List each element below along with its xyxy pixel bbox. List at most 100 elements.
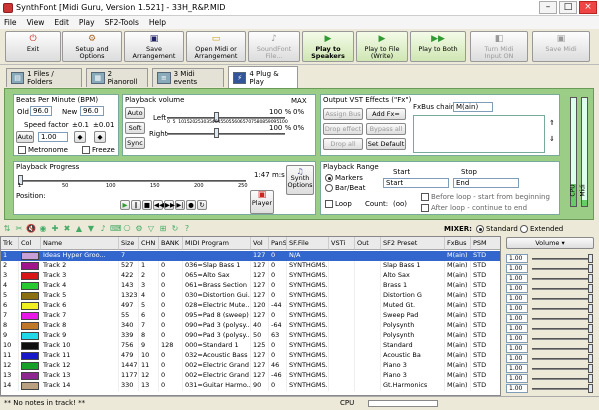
fast-forward-icon[interactable]: ▶▶ bbox=[164, 200, 175, 210]
bus-icon[interactable]: ⎔ bbox=[122, 224, 132, 234]
solo-icon[interactable]: ◉ bbox=[38, 224, 48, 234]
mixer-volume-field[interactable]: 1.00 bbox=[506, 384, 528, 393]
table-row[interactable]: 5 Track 5 1323 4 0 030=Distortion Gui... 127 0 S… bbox=[1, 291, 500, 301]
stop-select[interactable]: End bbox=[453, 178, 519, 188]
menu-play[interactable]: Play bbox=[79, 18, 95, 27]
markers-radio[interactable] bbox=[325, 174, 333, 182]
refresh-icon[interactable]: ↻ bbox=[170, 224, 180, 234]
track-color-swatch[interactable] bbox=[21, 352, 39, 360]
rewind-icon[interactable]: ◀◀ bbox=[153, 200, 164, 210]
new-bpm-field[interactable]: 96.0 bbox=[80, 106, 104, 116]
speed-step-fine[interactable]: ◆ bbox=[94, 131, 106, 143]
column-header[interactable]: SF.File bbox=[287, 237, 329, 250]
mixer-volume-field[interactable]: 1.00 bbox=[506, 354, 528, 363]
menu-file[interactable]: File bbox=[4, 18, 17, 27]
mixer-volume-slider[interactable] bbox=[532, 348, 592, 350]
mixer-volume-slider[interactable] bbox=[532, 278, 592, 280]
mixer-volume-field[interactable]: 1.00 bbox=[506, 344, 528, 353]
mixer-volume-field[interactable]: 1.00 bbox=[506, 374, 528, 383]
menu-sf2-tools[interactable]: SF2-Tools bbox=[105, 18, 139, 27]
column-header[interactable]: SF2 Preset bbox=[381, 237, 445, 250]
mixer-volume-field[interactable]: 1.00 bbox=[506, 284, 528, 293]
mixer-slider-thumb[interactable] bbox=[588, 264, 593, 273]
table-row[interactable]: 2 Track 2 527 1 0 036=Slap Bass 1 127 0 SYNTHGMS… bbox=[1, 261, 500, 271]
table-row[interactable]: 9 Track 9 339 8 0 090=Pad 3 (polysy... 50 63 SYN… bbox=[1, 331, 500, 341]
column-header[interactable]: MIDI Program bbox=[183, 237, 251, 250]
column-header[interactable]: VSTi bbox=[329, 237, 355, 250]
old-bpm-field[interactable]: 96.0 bbox=[30, 106, 52, 116]
keyboard-icon[interactable]: ⌨ bbox=[110, 224, 122, 234]
move-up-icon[interactable]: ⇑ bbox=[549, 119, 555, 127]
column-header[interactable]: Out bbox=[355, 237, 381, 250]
track-color-swatch[interactable] bbox=[21, 312, 39, 320]
mixer-volume-slider[interactable] bbox=[532, 298, 592, 300]
table-row[interactable]: 6 Track 6 497 5 0 028=Electric Mute... 120 -44 S… bbox=[1, 301, 500, 311]
tab-plug-play[interactable]: ⚡ 4 Plug & Play bbox=[228, 66, 298, 88]
mixer-volume-slider[interactable] bbox=[532, 318, 592, 320]
mixer-volume-field[interactable]: 1.00 bbox=[506, 254, 528, 263]
track-color-swatch[interactable] bbox=[21, 252, 39, 260]
loop-icon[interactable]: ↻ bbox=[197, 200, 207, 210]
speed-factor-field[interactable]: 1.00 bbox=[38, 132, 68, 142]
soft-button[interactable]: Soft bbox=[125, 122, 145, 134]
speed-step-coarse[interactable]: ◆ bbox=[74, 131, 86, 143]
record-icon[interactable]: ● bbox=[186, 200, 196, 210]
mixer-slider-thumb[interactable] bbox=[588, 294, 593, 303]
turn-midi-input-button[interactable]: ◧ Turn Midi Input ON bbox=[470, 31, 528, 62]
mixer-slider-thumb[interactable] bbox=[588, 334, 593, 343]
table-row[interactable]: 1 Ideas Hyper Groo... 7 127 0 N/A M(ain) STD bbox=[1, 251, 500, 261]
mixer-slider-thumb[interactable] bbox=[588, 384, 593, 393]
mixer-standard-radio[interactable] bbox=[476, 225, 484, 233]
move-down-icon[interactable]: ⇓ bbox=[549, 135, 555, 143]
column-header[interactable]: Col bbox=[19, 237, 41, 250]
help-icon[interactable]: ? bbox=[182, 224, 192, 234]
mixer-volume-slider[interactable] bbox=[532, 358, 592, 360]
play-to-speakers-button[interactable]: ▶ Play to Speakers bbox=[302, 31, 354, 62]
mixer-volume-slider[interactable] bbox=[532, 258, 592, 260]
mixer-volume-slider[interactable] bbox=[532, 268, 592, 270]
fx-chain-list[interactable] bbox=[413, 115, 545, 153]
column-header[interactable]: PanS bbox=[269, 237, 287, 250]
mixer-slider-thumb[interactable] bbox=[588, 254, 593, 263]
minimize-button[interactable]: – bbox=[539, 1, 557, 14]
fxbus-chain-select[interactable]: M(ain) bbox=[453, 102, 493, 112]
mixer-slider-thumb[interactable] bbox=[588, 304, 593, 313]
maximize-button[interactable]: □ bbox=[559, 1, 577, 14]
before-loop-checkbox[interactable] bbox=[421, 193, 429, 201]
mixer-volume-slider[interactable] bbox=[532, 328, 592, 330]
remove-icon[interactable]: ✖ bbox=[62, 224, 72, 234]
table-row[interactable]: 4 Track 4 143 3 0 061=Brass Section 127 0 SYNTHG… bbox=[1, 281, 500, 291]
volume-column-select[interactable]: Volume ▾ bbox=[506, 237, 594, 249]
mixer-slider-thumb[interactable] bbox=[588, 324, 593, 333]
menu-edit[interactable]: Edit bbox=[54, 18, 69, 27]
track-color-swatch[interactable] bbox=[21, 272, 39, 280]
pause-icon[interactable]: ‖ bbox=[131, 200, 141, 210]
mute-icon[interactable]: 🔇 bbox=[26, 224, 36, 234]
table-row[interactable]: 12 Track 12 1447 11 0 002=Electric Grand 127 46… bbox=[1, 361, 500, 371]
sync-button[interactable]: Sync bbox=[125, 137, 145, 149]
mixer-slider-thumb[interactable] bbox=[588, 344, 593, 353]
column-header[interactable]: Vol bbox=[251, 237, 269, 250]
track-color-swatch[interactable] bbox=[21, 332, 39, 340]
barbeat-radio[interactable] bbox=[325, 184, 333, 192]
table-row[interactable]: 10 Track 10 756 9 128 000=Standard 1 125 0 SYNTH… bbox=[1, 341, 500, 351]
column-header[interactable]: CHN bbox=[139, 237, 159, 250]
menu-help[interactable]: Help bbox=[149, 18, 166, 27]
column-header[interactable]: BANK bbox=[159, 237, 183, 250]
mixer-slider-thumb[interactable] bbox=[588, 284, 593, 293]
mixer-volume-field[interactable]: 1.00 bbox=[506, 304, 528, 313]
lock-icon[interactable]: ⊞ bbox=[158, 224, 168, 234]
player-button[interactable]: ▣ Player bbox=[250, 190, 274, 214]
column-header[interactable]: Size bbox=[119, 237, 139, 250]
play-to-file-button[interactable]: ▶ Play to File (Write) bbox=[356, 31, 408, 62]
mixer-slider-thumb[interactable] bbox=[588, 274, 593, 283]
mixer-volume-slider[interactable] bbox=[532, 288, 592, 290]
mixer-volume-slider[interactable] bbox=[532, 308, 592, 310]
setup-options-button[interactable]: ⚙ Setup and Options bbox=[62, 31, 122, 62]
table-row[interactable]: 7 Track 7 55 6 0 095=Pad 8 (sweep) 127 0 SYNTHGM… bbox=[1, 311, 500, 321]
mixer-volume-field[interactable]: 1.00 bbox=[506, 294, 528, 303]
auto-speed-button[interactable]: Auto bbox=[16, 131, 34, 143]
start-select[interactable]: Start bbox=[383, 178, 449, 188]
add-fx-button[interactable]: Add Fx= bbox=[366, 108, 406, 120]
mixer-volume-field[interactable]: 1.00 bbox=[506, 274, 528, 283]
